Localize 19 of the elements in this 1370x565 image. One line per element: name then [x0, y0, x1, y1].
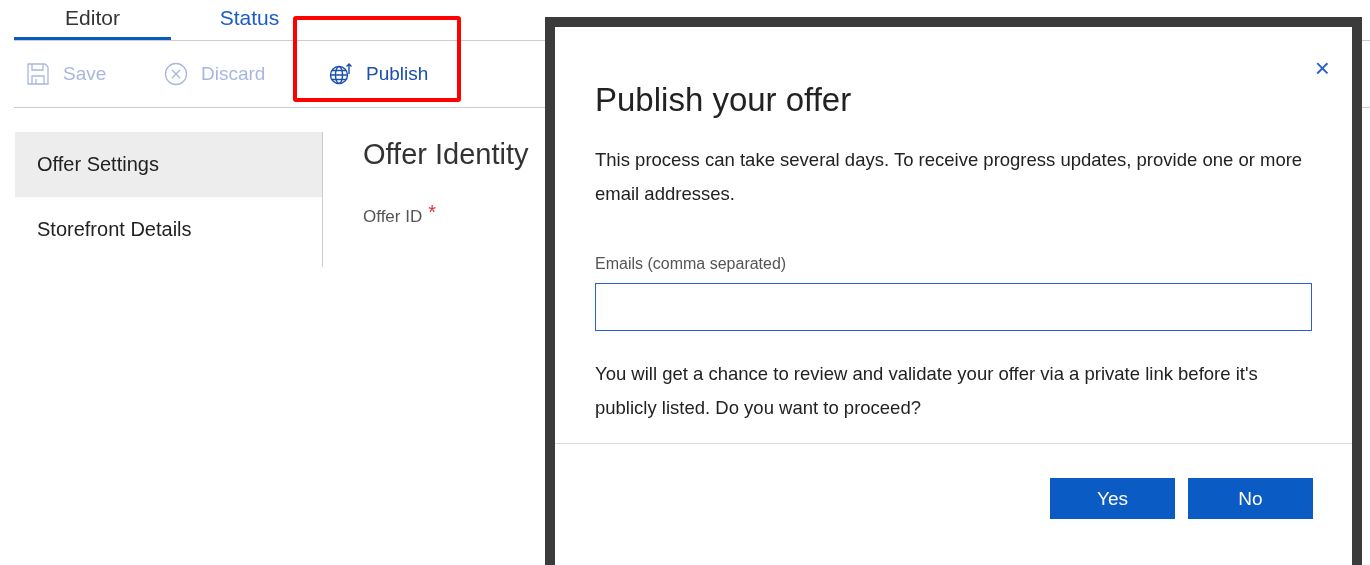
dialog-button[interactable]: Yes — [1050, 478, 1175, 519]
email-field[interactable] — [595, 283, 1312, 331]
section-heading: Offer Identity — [363, 138, 529, 171]
publish-button[interactable]: Publish — [317, 54, 441, 94]
dialog-message: This process can take several days. To receive progress updates, provide one or more email addresses. — [595, 148, 1304, 206]
tab[interactable]: Editor — [14, 2, 171, 40]
close-button[interactable]: × — [1314, 55, 1330, 81]
globe-icon — [329, 62, 353, 86]
save-icon — [26, 62, 50, 86]
tab[interactable]: Status — [171, 2, 328, 40]
dialog-button[interactable]: No — [1188, 478, 1313, 519]
required-mark: * — [428, 201, 436, 225]
sidebar-item[interactable]: Offer Settings — [15, 132, 322, 197]
dialog-title: Publish your offer — [595, 81, 853, 119]
field-label: Emails (comma separated) — [595, 255, 788, 273]
sidebar-item[interactable]: Storefront Details — [15, 197, 322, 262]
field-label: Offer ID — [363, 207, 423, 227]
close-circle-icon — [164, 62, 188, 86]
dialog-note: You will get a chance to review and validate your offer via a private link before it's publicly listed. Do you want to proceed? — [595, 362, 1259, 420]
